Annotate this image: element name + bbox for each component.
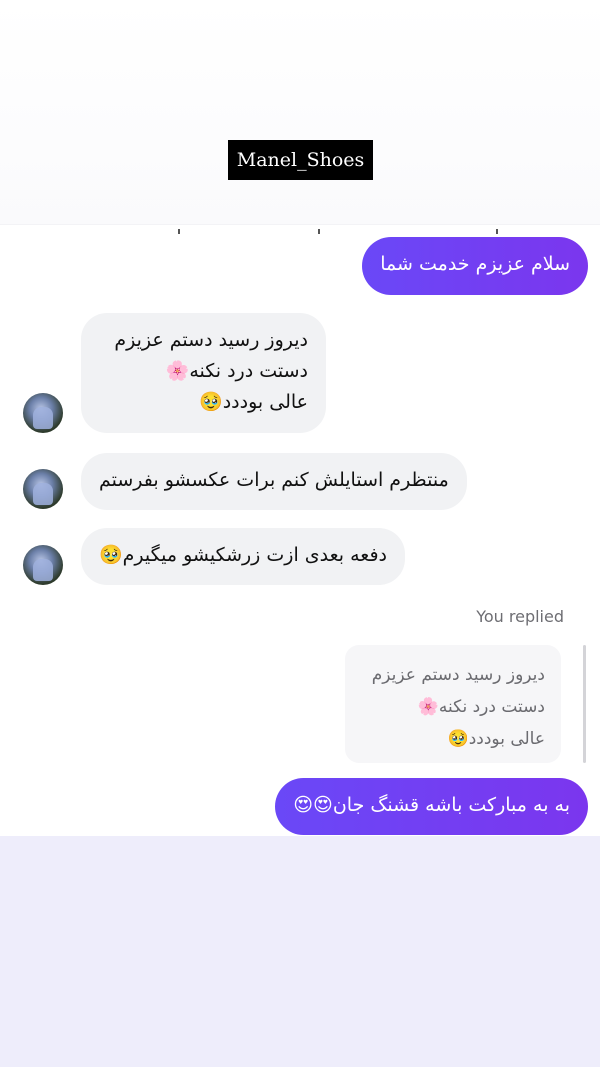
avatar[interactable] (23, 545, 63, 585)
replied-label: You replied (476, 607, 564, 626)
message-incoming[interactable]: دفعه بعدی ازت زرشکیشو میگیرم🥹 (81, 528, 405, 585)
quote-bar (583, 645, 586, 763)
avatar[interactable] (23, 393, 63, 433)
story-header-area (0, 0, 600, 232)
message-outgoing[interactable]: سلام عزیزم خدمت شما (362, 237, 588, 295)
bottom-panel (0, 836, 600, 1067)
message-incoming[interactable]: دیروز رسید دستم عزیزم دستت درد نکنه🌸 عال… (81, 313, 326, 433)
message-incoming[interactable]: منتظرم استایلش کنم برات عکسشو بفرستم (81, 453, 467, 510)
message-outgoing[interactable]: به به مبارکت باشه قشنگ جان😍😍 (275, 778, 588, 835)
screenshot-crop-edge (0, 224, 600, 234)
quoted-message[interactable]: دیروز رسید دستم عزیزم دستت درد نکنه🌸 عال… (345, 645, 561, 763)
avatar[interactable] (23, 469, 63, 509)
brand-tag: Manel_Shoes (228, 140, 373, 180)
